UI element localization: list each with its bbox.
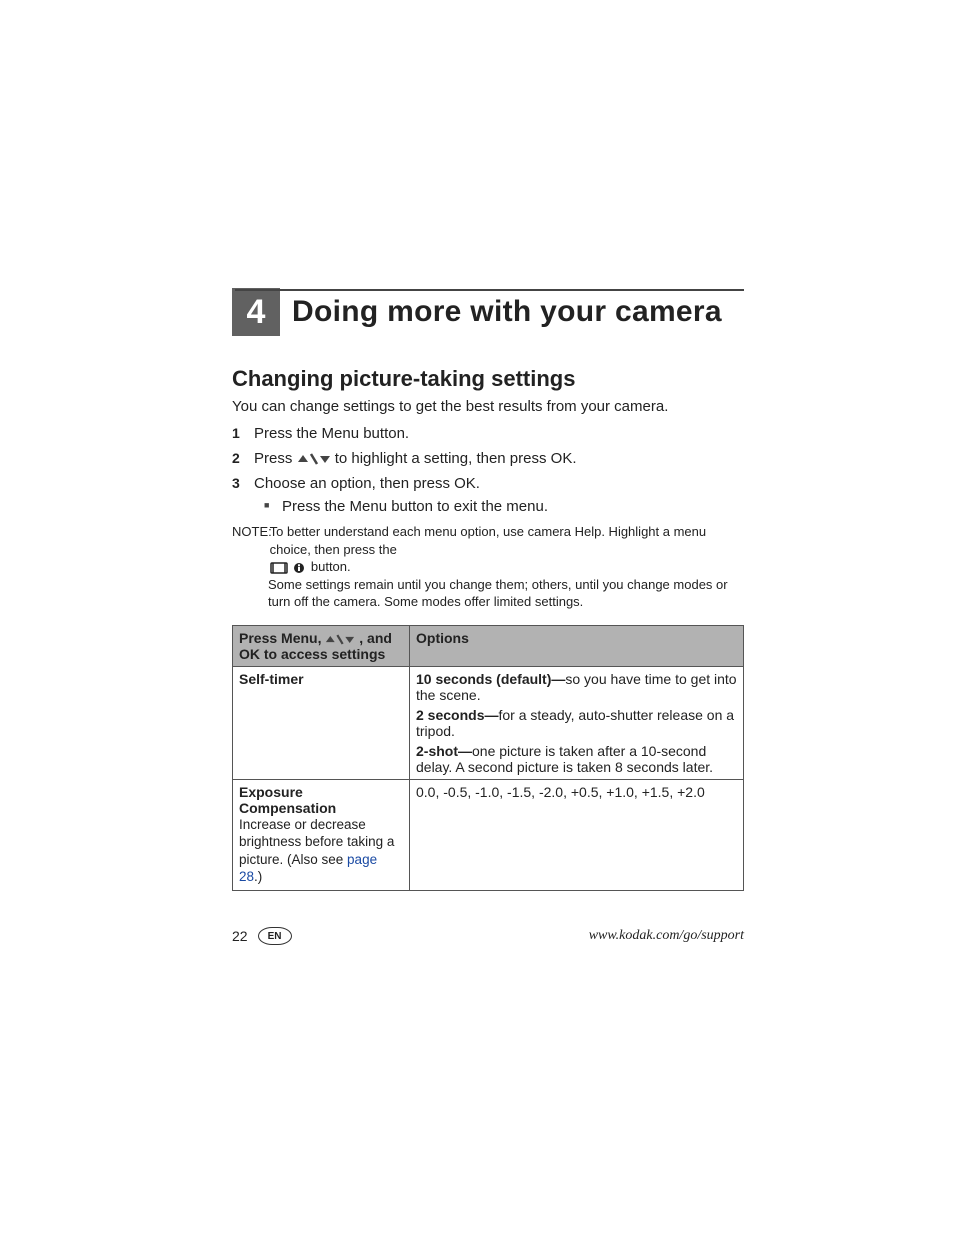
chapter-header: 4 Doing more with your camera bbox=[232, 288, 744, 336]
step-2: Press to highlight a setting, then press… bbox=[232, 450, 744, 467]
page-number: 22 bbox=[232, 928, 248, 944]
footer-url[interactable]: www.kodak.com/go/support bbox=[589, 928, 744, 944]
chapter-title: Doing more with your camera bbox=[292, 295, 722, 329]
note-button-suffix: button. bbox=[311, 559, 351, 574]
step-3-text: Choose an option, then press OK. bbox=[254, 475, 480, 492]
note-label: NOTE: bbox=[232, 523, 268, 541]
top-rule bbox=[235, 289, 744, 291]
table-row: Self-timer 10 seconds (default)—so you h… bbox=[233, 666, 744, 779]
setting-description: Increase or decrease brightness before t… bbox=[239, 816, 403, 886]
footer-left: 22 EN bbox=[232, 927, 292, 945]
step-list: Press the Menu button. Press to highligh… bbox=[232, 425, 744, 515]
setting-name: Exposure Compensation bbox=[239, 784, 336, 816]
step-3-sub: Press the Menu button to exit the menu. bbox=[254, 498, 744, 515]
table-header-right: Options bbox=[410, 625, 744, 666]
up-down-arrow-icon bbox=[297, 450, 335, 467]
opt-bold: 10 seconds (default)— bbox=[416, 671, 565, 687]
note-body-2: Some settings remain until you change th… bbox=[268, 576, 743, 611]
chapter-number-badge: 4 bbox=[232, 288, 280, 336]
page-footer: 22 EN www.kodak.com/go/support bbox=[232, 927, 744, 945]
setting-name-cell: Self-timer bbox=[233, 666, 410, 779]
settings-table: Press Menu, , and OK to access settings … bbox=[232, 625, 744, 891]
step-2-text-a: Press bbox=[254, 450, 297, 467]
opt-bold: 2 seconds— bbox=[416, 707, 498, 723]
step-1: Press the Menu button. bbox=[232, 425, 744, 442]
section-title: Changing picture-taking settings bbox=[232, 366, 744, 392]
setting-name-cell: Exposure Compensation Increase or decrea… bbox=[233, 779, 410, 890]
note-body-1: To better understand each menu option, u… bbox=[270, 523, 730, 576]
setting-name: Self-timer bbox=[239, 671, 304, 687]
table-header-row: Press Menu, , and OK to access settings … bbox=[233, 625, 744, 666]
manual-page: 4 Doing more with your camera Changing p… bbox=[0, 0, 954, 1235]
lcd-icon bbox=[270, 559, 294, 574]
opt-bold: 2-shot— bbox=[416, 743, 472, 759]
language-badge: EN bbox=[258, 927, 292, 945]
desc-b: .) bbox=[254, 869, 262, 884]
table-header-left: Press Menu, , and OK to access settings bbox=[233, 625, 410, 666]
note-line1-text: To better understand each menu option, u… bbox=[270, 524, 706, 557]
th-left-a: Press Menu, bbox=[239, 630, 325, 646]
setting-options-cell: 0.0, -0.5, -1.0, -1.5, -2.0, +0.5, +1.0,… bbox=[410, 779, 744, 890]
info-icon bbox=[293, 559, 311, 574]
up-down-arrow-icon bbox=[325, 630, 359, 646]
step-3: Choose an option, then press OK. Press t… bbox=[232, 475, 744, 515]
table-row: Exposure Compensation Increase or decrea… bbox=[233, 779, 744, 890]
setting-options-cell: 10 seconds (default)—so you have time to… bbox=[410, 666, 744, 779]
note-block: NOTE: To better understand each menu opt… bbox=[232, 523, 744, 611]
section-intro: You can change settings to get the best … bbox=[232, 398, 744, 415]
step-2-text-b: to highlight a setting, then press OK. bbox=[335, 450, 577, 467]
